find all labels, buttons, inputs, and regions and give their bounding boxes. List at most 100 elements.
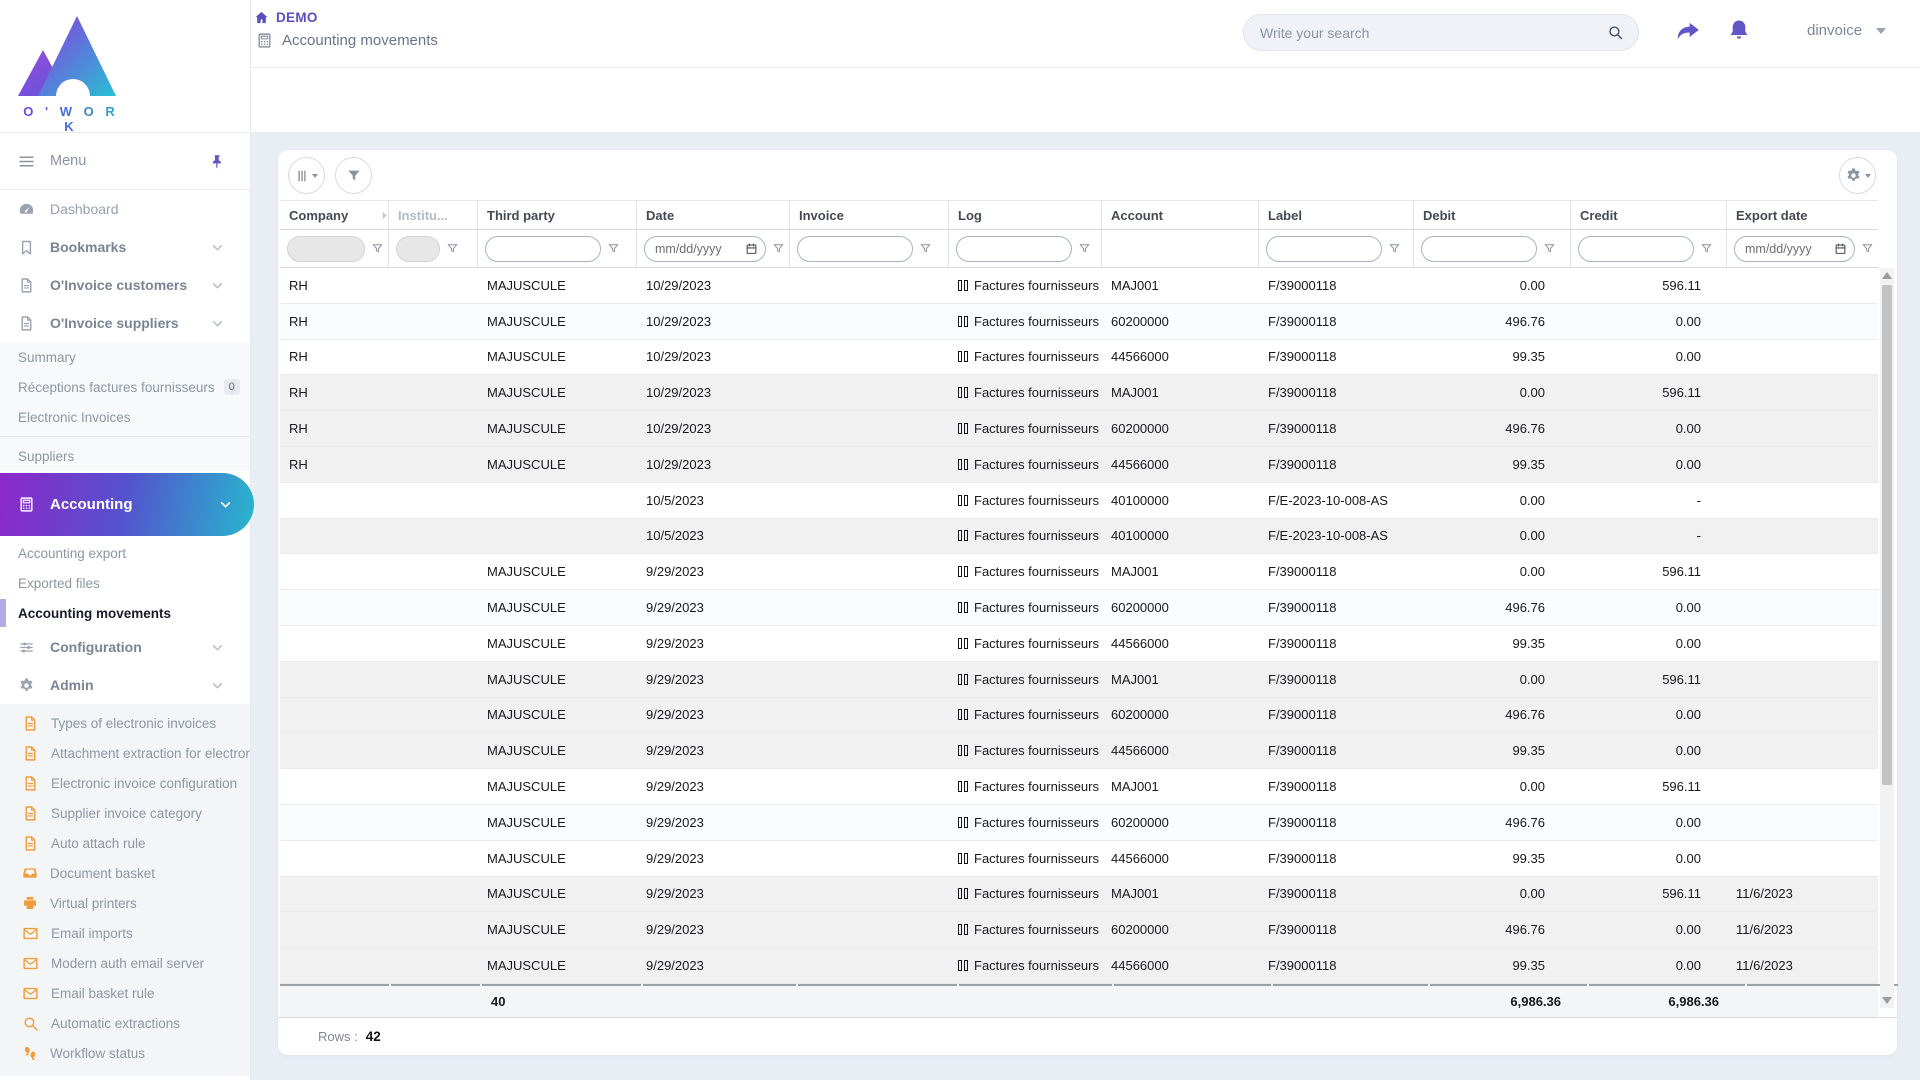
share-button[interactable] (1675, 18, 1705, 48)
table-row[interactable]: RH MAJUSCULE 10/29/2023 Factures fournisseu… (280, 303, 1878, 340)
column-header-label: Log (958, 207, 982, 223)
scrollbar-thumb[interactable] (1882, 285, 1892, 785)
sidebar-item-r-ceptions-factures-fournisseurs[interactable]: Réceptions factures fournisseurs 0 (0, 372, 250, 402)
pin-sidebar-icon[interactable] (210, 154, 225, 169)
text-filter-input[interactable] (1266, 235, 1382, 262)
column-header-account[interactable]: Account (1102, 201, 1259, 229)
table-row[interactable]: 10/5/2023 Factures fournisseurs 40100000 F/… (280, 482, 1878, 519)
column-header-third-party[interactable]: Third party (478, 201, 637, 229)
sidebar-item-exported-files[interactable]: Exported files (0, 568, 250, 598)
sidebar-item-dashboard[interactable]: Dashboard (0, 190, 250, 228)
table-row[interactable]: 10/5/2023 Factures fournisseurs 40100000 F/… (280, 518, 1878, 555)
date-filter-input[interactable]: mm/dd/yyyy (644, 235, 766, 262)
sidebar-item-summary[interactable]: Summary (0, 342, 250, 372)
text-filter-input[interactable] (956, 235, 1072, 262)
column-header-company[interactable]: Company (280, 201, 389, 229)
scroll-up-arrow[interactable] (1882, 272, 1892, 279)
search-input[interactable] (1258, 23, 1607, 42)
sidebar-item-workflow-status[interactable]: Workflow status (0, 1038, 250, 1068)
sidebar-item-suppliers[interactable]: Suppliers (0, 441, 250, 471)
filter-funnel-icon[interactable] (1078, 242, 1091, 255)
column-header-export-date[interactable]: Export date (1727, 201, 1878, 229)
filter-funnel-icon[interactable] (371, 242, 384, 255)
calendar-icon[interactable] (1834, 242, 1847, 255)
grid-settings-button[interactable] (1839, 157, 1876, 194)
table-row[interactable]: MAJUSCULE 9/29/2023 Factures fournisseurs 6… (280, 912, 1878, 949)
sidebar-item-virtual-printers[interactable]: Virtual printers (0, 888, 250, 918)
table-row[interactable]: RH MAJUSCULE 10/29/2023 Factures fournisseu… (280, 411, 1878, 447)
table-row[interactable]: RH MAJUSCULE 10/29/2023 Factures fournisseu… (280, 268, 1878, 304)
sidebar-item-electronic-invoice-configuration[interactable]: Electronic invoice configuration (0, 768, 250, 798)
table-row[interactable]: RH MAJUSCULE 10/29/2023 Factures fournisseu… (280, 375, 1878, 412)
sidebar-item-automatic-extractions[interactable]: Automatic extractions (0, 1008, 250, 1038)
vertical-scrollbar[interactable] (1880, 268, 1894, 1008)
sidebar-item-configuration[interactable]: Configuration (0, 628, 250, 666)
filter-funnel-icon[interactable] (446, 242, 459, 255)
column-header-institu[interactable]: Institu... (389, 201, 478, 229)
sidebar-item-attachment-extraction-for-electron[interactable]: Attachment extraction for electron (0, 738, 250, 768)
column-header-label: Credit (1580, 207, 1618, 223)
search-icon[interactable] (1607, 24, 1624, 41)
sidebar-item-o-invoice-suppliers[interactable]: O'Invoice suppliers (0, 304, 250, 342)
sidebar-item-email-imports[interactable]: Email imports (0, 918, 250, 948)
table-row[interactable]: RH MAJUSCULE 10/29/2023 Factures fournisseu… (280, 339, 1878, 376)
filter-funnel-icon[interactable] (919, 242, 932, 255)
calendar-icon[interactable] (745, 242, 758, 255)
sidebar-item-supplier-invoice-category[interactable]: Supplier invoice category (0, 798, 250, 828)
sidebar-item-o-invoice-customers[interactable]: O'Invoice customers (0, 266, 250, 304)
table-row[interactable]: MAJUSCULE 9/29/2023 Factures fournisseurs 4… (280, 840, 1878, 877)
sidebar-item-email-basket-rule[interactable]: Email basket rule (0, 978, 250, 1008)
sidebar-item-auto-attach-rule[interactable]: Auto attach rule (0, 828, 250, 858)
text-filter-input[interactable] (485, 235, 601, 262)
sidebar-item-modern-auth-email-server[interactable]: Modern auth email server (0, 948, 250, 978)
column-chooser-button[interactable] (288, 157, 325, 194)
filter-funnel-icon[interactable] (607, 242, 620, 255)
table-row[interactable]: MAJUSCULE 9/29/2023 Factures fournisseurs 6… (280, 697, 1878, 734)
table-row[interactable]: MAJUSCULE 9/29/2023 Factures fournisseurs M… (280, 661, 1878, 698)
table-row[interactable]: MAJUSCULE 9/29/2023 Factures fournisseurs M… (280, 769, 1878, 805)
column-header-label[interactable]: Label (1259, 201, 1414, 229)
sidebar-item-types-of-electronic-invoices[interactable]: Types of electronic invoices (0, 708, 250, 738)
table-row[interactable]: MAJUSCULE 9/29/2023 Factures fournisseurs 4… (280, 733, 1878, 770)
filter-funnel-icon[interactable] (772, 242, 785, 255)
column-header-credit[interactable]: Credit (1571, 201, 1727, 229)
sidebar-item-document-basket[interactable]: Document basket (0, 858, 250, 888)
expand-column-group-icon[interactable] (379, 210, 388, 221)
sidebar-menu-toggle[interactable]: Menu (0, 132, 250, 190)
table-row[interactable]: MAJUSCULE 9/29/2023 Factures fournisseurs 6… (280, 590, 1878, 626)
breadcrumb-home[interactable]: DEMO (254, 10, 438, 25)
sidebar-item-accounting-export[interactable]: Accounting export (0, 538, 250, 568)
sidebar-item-accounting[interactable]: Accounting (0, 473, 254, 536)
text-filter-input[interactable] (1578, 235, 1694, 262)
sidebar-item-electronic-invoices[interactable]: Electronic Invoices (0, 402, 250, 432)
user-menu[interactable]: dinvoice (1807, 22, 1887, 39)
sidebar-item-admin[interactable]: Admin (0, 666, 250, 704)
sidebar-item-bookmarks[interactable]: Bookmarks (0, 228, 250, 266)
table-row[interactable]: MAJUSCULE 9/29/2023 Factures fournisseurs M… (280, 876, 1878, 913)
column-header-log[interactable]: Log (949, 201, 1102, 229)
scroll-down-arrow[interactable] (1882, 997, 1892, 1004)
cell-company: RH (289, 421, 308, 437)
column-header-date[interactable]: Date (637, 201, 790, 229)
global-search[interactable] (1243, 14, 1639, 51)
table-row[interactable]: MAJUSCULE 9/29/2023 Factures fournisseurs 4… (280, 625, 1878, 662)
notifications-bell-button[interactable] (1727, 18, 1757, 48)
app-logo[interactable]: O ' W O R K (0, 0, 250, 134)
column-header-debit[interactable]: Debit (1414, 201, 1571, 229)
sidebar-item-accounting-movements[interactable]: Accounting movements (0, 598, 250, 628)
table-row[interactable]: MAJUSCULE 9/29/2023 Factures fournisseurs M… (280, 554, 1878, 591)
table-row[interactable]: MAJUSCULE 9/29/2023 Factures fournisseurs 4… (280, 948, 1878, 984)
text-filter-input[interactable] (797, 235, 913, 262)
filter-toggle-button[interactable] (335, 157, 372, 194)
column-header-invoice[interactable]: Invoice (790, 201, 949, 229)
chevron-down-icon (211, 241, 224, 254)
envelope-icon (22, 925, 39, 942)
table-row[interactable]: RH MAJUSCULE 10/29/2023 Factures fournisseu… (280, 446, 1878, 483)
date-filter-input[interactable]: mm/dd/yyyy (1734, 235, 1855, 262)
table-row[interactable]: MAJUSCULE 9/29/2023 Factures fournisseurs 6… (280, 804, 1878, 841)
filter-funnel-icon[interactable] (1543, 242, 1556, 255)
filter-funnel-icon[interactable] (1700, 242, 1713, 255)
text-filter-input[interactable] (1421, 235, 1537, 262)
filter-funnel-icon[interactable] (1861, 242, 1874, 255)
filter-funnel-icon[interactable] (1388, 242, 1401, 255)
